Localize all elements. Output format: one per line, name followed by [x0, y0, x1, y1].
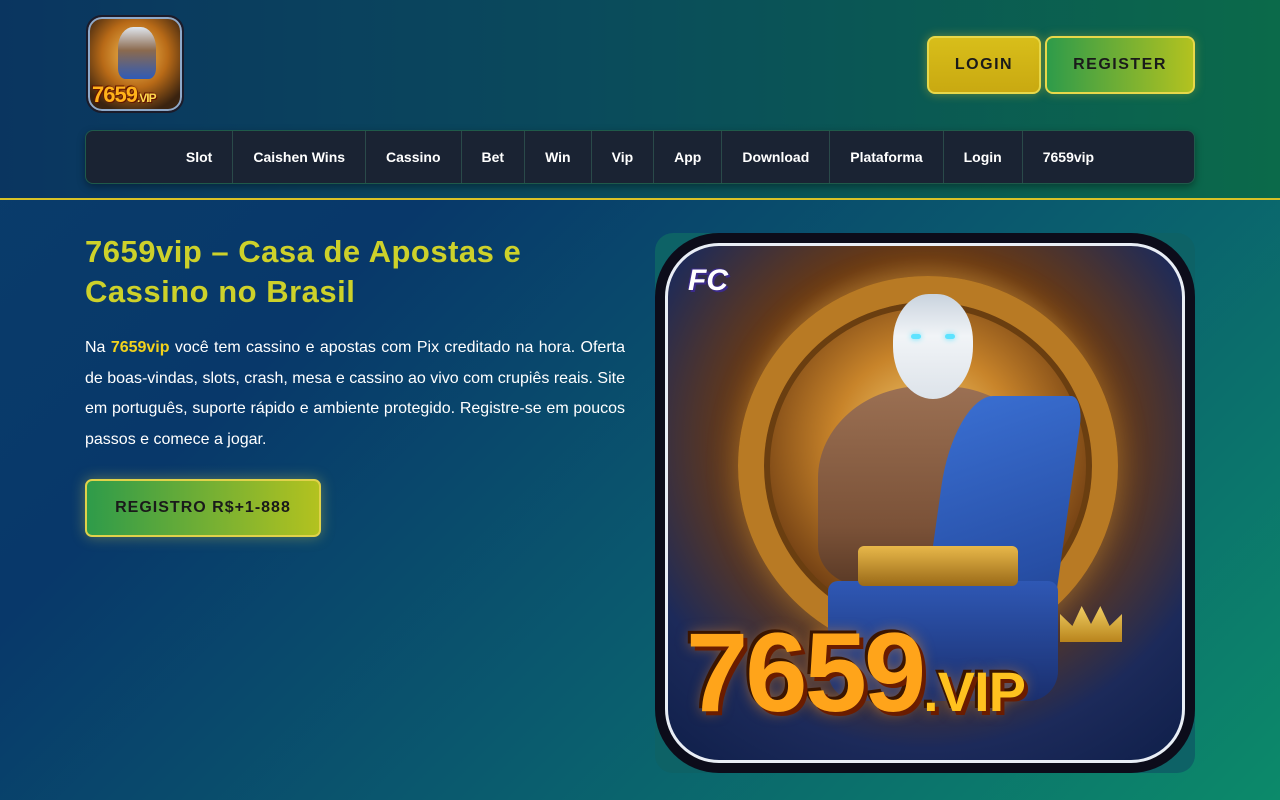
nav-item-cassino[interactable]: Cassino [366, 131, 462, 183]
artwork-brand-text: 7659.VIP [686, 610, 1026, 735]
nav-item-slot[interactable]: Slot [166, 131, 234, 183]
nav-item-plataforma[interactable]: Plataforma [830, 131, 944, 183]
hero-text-prefix: Na [85, 339, 111, 356]
zeus-head [893, 294, 973, 399]
site-logo[interactable]: 7659.VIP [86, 15, 184, 113]
nav-item-vip[interactable]: Vip [592, 131, 655, 183]
fc-badge: FC [688, 264, 728, 297]
eye-icon [911, 334, 921, 339]
zeus-logo-icon [118, 27, 156, 79]
nav-item-win[interactable]: Win [525, 131, 592, 183]
auth-buttons: LOGIN REGISTER [927, 36, 1195, 94]
logo-text: 7659.VIP [92, 82, 157, 107]
crown-icon [1060, 606, 1122, 642]
site-header: 7659.VIP LOGIN REGISTER Slot Caishen Win… [0, 0, 1280, 200]
nav-item-app[interactable]: App [654, 131, 723, 183]
register-bonus-button[interactable]: REGISTRO R$+1-888 [85, 479, 321, 537]
hero-description: Na 7659vip você tem cassino e apostas co… [85, 333, 625, 455]
brand-highlight: 7659vip [110, 339, 170, 356]
hero-title: 7659vip – Casa de Apostas e Cassino no B… [85, 234, 522, 309]
hero-image: FC 7659.VIP [655, 233, 1195, 773]
zeus-belt [858, 546, 1018, 586]
nav-item-7659vip[interactable]: 7659vip [1023, 131, 1114, 183]
nav-item-caishen-wins[interactable]: Caishen Wins [233, 131, 367, 183]
nav-item-login[interactable]: Login [944, 131, 1023, 183]
eye-icon [945, 334, 955, 339]
game-artwork: FC 7659.VIP [655, 233, 1195, 773]
nav-item-download[interactable]: Download [722, 131, 831, 183]
nav-item-bet[interactable]: Bet [462, 131, 526, 183]
register-button[interactable]: REGISTER [1045, 36, 1195, 94]
login-button[interactable]: LOGIN [927, 36, 1041, 94]
main-nav: Slot Caishen Wins Cassino Bet Win Vip Ap… [85, 130, 1195, 184]
